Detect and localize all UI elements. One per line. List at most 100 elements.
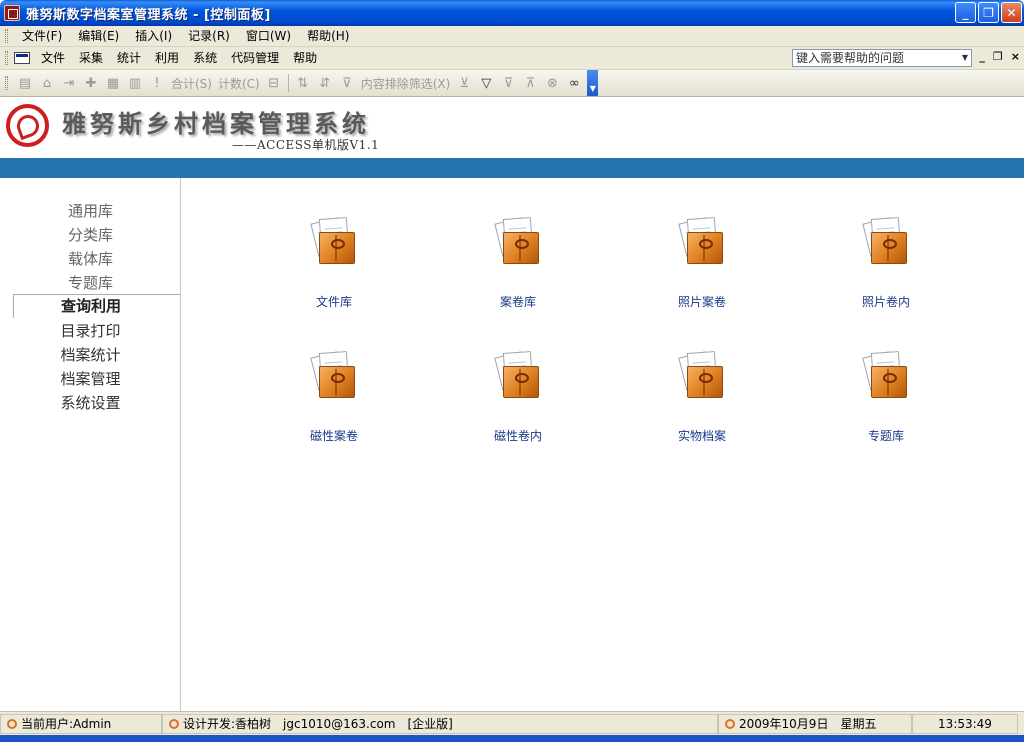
sort-ascending-icon[interactable]: ⇅	[294, 74, 312, 92]
sidebar-item-system-settings[interactable]: 系统设置	[0, 392, 181, 413]
sum-button[interactable]: 合计(S)	[171, 75, 212, 92]
custom-menu-bar: 文件 采集 统计 利用 系统 代码管理 帮助 键入需要帮助的问题 ▼ _ ❐ ×	[0, 47, 1024, 70]
control-panel-area: 文件库 案卷库 照片案卷 照片卷内 磁性案卷 磁性卷内 实物档案 专题库	[182, 178, 1024, 711]
archive-folder-icon[interactable]	[862, 217, 910, 266]
menu-help[interactable]: 帮助(H)	[299, 26, 357, 46]
row-add-icon[interactable]: ✚	[82, 74, 100, 92]
menu-file2[interactable]: 文件	[34, 48, 72, 68]
clock-icon	[725, 718, 735, 729]
app-icon[interactable]	[4, 5, 20, 21]
design-icon[interactable]: ⌂	[38, 74, 56, 92]
view-icon[interactable]: ▤	[16, 74, 34, 92]
sidebar-nav: 通用库 分类库 载体库 专题库 查询利用 目录打印 档案统计 档案管理 系统设置	[0, 178, 181, 711]
status-current-user: 当前用户:Admin	[0, 713, 162, 734]
tile-label[interactable]: 实物档案	[627, 427, 777, 444]
toolbar-divider	[287, 74, 289, 92]
menu-statistics[interactable]: 统计	[110, 48, 148, 68]
tile-magnetic-volumes[interactable]: 磁性案卷	[259, 351, 409, 444]
archive-folder-icon[interactable]	[862, 351, 910, 400]
archive-folder-icon[interactable]	[678, 217, 726, 266]
exclamation-icon[interactable]: !	[148, 74, 166, 92]
sidebar-item-archive-statistics[interactable]: 档案统计	[0, 344, 181, 365]
archive-folder-icon[interactable]	[678, 351, 726, 400]
report-icon[interactable]: ⊟	[265, 74, 283, 92]
window-title: 雅努斯数字档案室管理系统 - [控制面板]	[26, 7, 271, 23]
archive-folder-icon[interactable]	[494, 351, 542, 400]
apply-filter-icon[interactable]: ⊽	[499, 74, 517, 92]
restore-button[interactable]: ❐	[978, 2, 999, 23]
advanced-filter-icon[interactable]: ⊼	[521, 74, 539, 92]
row-insert-icon[interactable]: ⇥	[60, 74, 78, 92]
sidebar-item-classified-library[interactable]: 分类库	[0, 224, 181, 245]
info-icon	[169, 718, 179, 729]
tile-topic-library[interactable]: 专题库	[811, 351, 961, 444]
table-icon[interactable]: ▦	[104, 74, 122, 92]
column-icon[interactable]: ▥	[126, 74, 144, 92]
brand-title: 雅努斯乡村档案管理系统	[62, 109, 370, 138]
menu-usage[interactable]: 利用	[148, 48, 186, 68]
tile-label[interactable]: 磁性案卷	[259, 427, 409, 444]
taskbar-strip	[0, 735, 1024, 742]
tile-file-library[interactable]: 文件库	[259, 217, 409, 310]
tile-label[interactable]: 照片卷内	[811, 293, 961, 310]
tile-photo-items[interactable]: 照片卷内	[811, 217, 961, 310]
brand-subtitle: ——ACCESS单机版V1.1	[232, 138, 380, 152]
archive-folder-icon[interactable]	[310, 217, 358, 266]
status-date-text: 2009年10月9日 星期五	[739, 716, 877, 731]
chevron-down-icon[interactable]: ▼	[959, 50, 971, 66]
tile-label[interactable]: 磁性卷内	[443, 427, 593, 444]
tile-magnetic-items[interactable]: 磁性卷内	[443, 351, 593, 444]
tile-label[interactable]: 专题库	[811, 427, 961, 444]
remove-filter-icon[interactable]: ⊗	[543, 74, 561, 92]
child-close-button[interactable]: ×	[1011, 50, 1020, 63]
filter-icon[interactable]: ▽	[477, 74, 495, 92]
toolbar-options-icon[interactable]: ▼	[587, 70, 599, 96]
child-restore-button[interactable]: ❐	[993, 50, 1003, 63]
status-developer: 设计开发:香柏树 jgc1010@163.com [企业版]	[162, 713, 718, 734]
tile-physical-archives[interactable]: 实物档案	[627, 351, 777, 444]
tile-label[interactable]: 文件库	[259, 293, 409, 310]
help-search-input[interactable]: 键入需要帮助的问题 ▼	[792, 49, 972, 67]
grip-handle[interactable]	[5, 29, 8, 43]
brand-logo	[6, 104, 49, 147]
form-window-icon[interactable]	[14, 52, 30, 64]
find-binoculars-icon[interactable]: ∞	[565, 74, 583, 92]
count-button[interactable]: 计数(C)	[218, 75, 260, 92]
archive-folder-icon[interactable]	[494, 217, 542, 266]
filter-excluding-button[interactable]: 内容排除筛选(X)	[361, 75, 451, 92]
tile-label[interactable]: 照片案卷	[627, 293, 777, 310]
menu-window[interactable]: 窗口(W)	[238, 26, 299, 46]
tile-photo-volumes[interactable]: 照片案卷	[627, 217, 777, 310]
help-search-placeholder: 键入需要帮助的问题	[796, 51, 905, 65]
menu-file[interactable]: 文件(F)	[14, 26, 70, 46]
menu-help2[interactable]: 帮助	[286, 48, 324, 68]
sidebar-item-catalog-print[interactable]: 目录打印	[0, 320, 181, 341]
minimize-button[interactable]: _	[955, 2, 976, 23]
menu-code-management[interactable]: 代码管理	[224, 48, 286, 68]
filter-by-selection-icon[interactable]: ⊽	[338, 74, 356, 92]
filter-by-form-icon[interactable]: ⊻	[455, 74, 473, 92]
status-time: 13:53:49	[912, 713, 1018, 734]
grip-handle[interactable]	[5, 51, 8, 65]
menu-collect[interactable]: 采集	[72, 48, 110, 68]
menu-system[interactable]: 系统	[186, 48, 224, 68]
tile-label[interactable]: 案卷库	[443, 293, 593, 310]
close-button[interactable]: ✕	[1001, 2, 1022, 23]
header-divider-band	[0, 158, 1024, 178]
grip-handle[interactable]	[5, 76, 8, 90]
sidebar-item-carrier-library[interactable]: 载体库	[0, 248, 181, 269]
archive-folder-icon[interactable]	[310, 351, 358, 400]
sidebar-item-query-usage[interactable]: 查询利用	[13, 294, 181, 318]
sort-descending-icon[interactable]: ⇵	[316, 74, 334, 92]
status-date: 2009年10月9日 星期五	[718, 713, 912, 734]
menu-records[interactable]: 记录(R)	[180, 26, 238, 46]
sidebar-item-general-library[interactable]: 通用库	[0, 200, 181, 221]
user-icon	[7, 718, 17, 729]
menu-insert[interactable]: 插入(I)	[127, 26, 180, 46]
sidebar-item-topic-library[interactable]: 专题库	[0, 272, 181, 293]
child-minimize-button[interactable]: _	[979, 50, 985, 63]
status-bar: 当前用户:Admin 设计开发:香柏树 jgc1010@163.com [企业版…	[0, 711, 1024, 735]
tile-volume-library[interactable]: 案卷库	[443, 217, 593, 310]
sidebar-item-archive-management[interactable]: 档案管理	[0, 368, 181, 389]
menu-edit[interactable]: 编辑(E)	[70, 26, 127, 46]
